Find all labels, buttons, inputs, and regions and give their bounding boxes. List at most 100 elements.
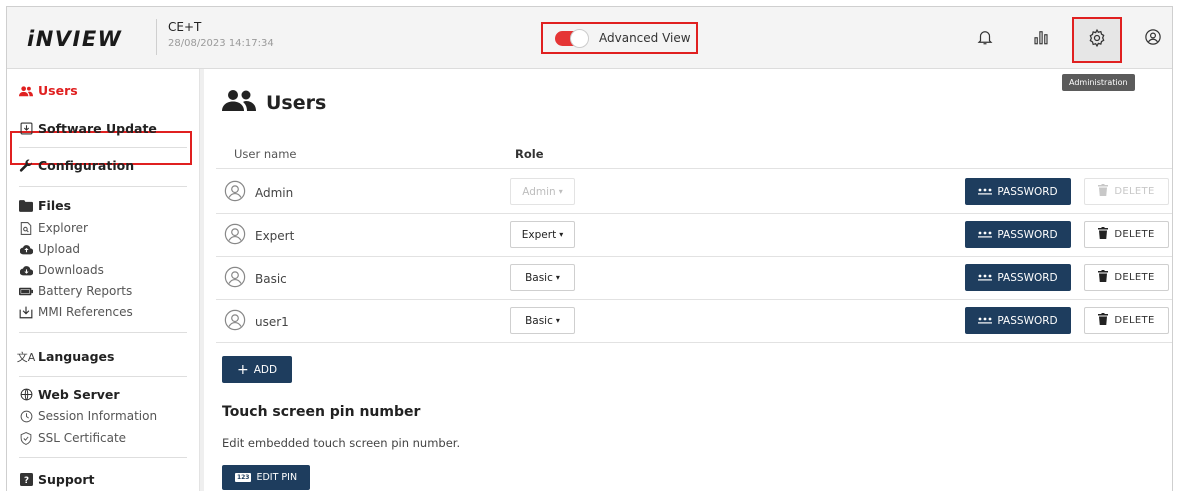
table-header-divider <box>216 168 1172 169</box>
sidebar-divider <box>19 457 187 458</box>
sidebar-item-explorer[interactable]: Explorer <box>19 221 88 235</box>
users-icon <box>19 84 33 98</box>
administration-button[interactable] <box>1072 17 1122 63</box>
advanced-view-label: Advanced View <box>599 31 691 45</box>
sidebar-item-session-information[interactable]: Session Information <box>19 409 157 423</box>
password-button[interactable]: PASSWORD <box>965 264 1071 291</box>
sidebar-item-users[interactable]: Users <box>19 83 78 98</box>
sidebar: Users Software Update Configuration File… <box>7 69 199 491</box>
sidebar-item-files[interactable]: Files <box>19 198 71 213</box>
sidebar-item-label: SSL Certificate <box>38 431 127 445</box>
password-button[interactable]: PASSWORD <box>965 307 1071 334</box>
row-divider <box>216 213 1172 214</box>
role-dropdown[interactable]: Basic ▾ <box>510 264 575 291</box>
column-header-role[interactable]: Role <box>515 147 544 161</box>
sidebar-item-label: Languages <box>38 349 115 364</box>
sidebar-divider <box>19 376 187 377</box>
top-header: iNVIEW CE+T 28/08/2023 14:17:34 Advanced… <box>7 7 1172 69</box>
app-logo[interactable]: iNVIEW <box>27 27 122 51</box>
password-dots-icon <box>978 315 993 327</box>
chart-icon[interactable] <box>1029 25 1053 49</box>
caret-down-icon: ▾ <box>555 316 560 325</box>
sidebar-item-configuration[interactable]: Configuration <box>19 158 134 173</box>
main-content: Users User name Role Admin Admin ▾ PASSWORD… <box>204 69 1172 491</box>
add-user-button[interactable]: + ADD <box>222 356 292 383</box>
sidebar-item-label: Downloads <box>38 263 104 277</box>
sidebar-item-software-update[interactable]: Software Update <box>19 121 157 136</box>
role-value: Basic <box>525 271 553 284</box>
user-avatar-icon <box>224 266 246 291</box>
password-dots-icon <box>978 186 993 198</box>
delete-label: DELETE <box>1114 229 1155 240</box>
folder-icon <box>19 199 33 213</box>
password-label: PASSWORD <box>997 185 1058 198</box>
trash-icon <box>1098 227 1109 242</box>
delete-button[interactable]: DELETE <box>1084 264 1169 291</box>
sidebar-item-downloads[interactable]: Downloads <box>19 263 104 277</box>
sidebar-item-label: Web Server <box>38 387 120 402</box>
pin-section-description: Edit embedded touch screen pin number. <box>222 436 461 450</box>
toggle-switch[interactable] <box>555 28 589 48</box>
page-title-text: Users <box>266 91 327 114</box>
delete-label: DELETE <box>1114 186 1155 197</box>
user-name: Expert <box>255 228 295 243</box>
trash-icon <box>1098 270 1109 285</box>
column-header-user-name[interactable]: User name <box>234 147 296 161</box>
sidebar-item-ssl-certificate[interactable]: SSL Certificate <box>19 431 126 445</box>
role-dropdown[interactable]: Basic ▾ <box>510 307 575 334</box>
svg-text:?: ? <box>23 476 28 486</box>
sidebar-item-label: Configuration <box>38 158 135 173</box>
sidebar-item-label: Battery Reports <box>38 284 133 298</box>
sidebar-item-label: Upload <box>38 242 81 256</box>
sidebar-item-label: Users <box>38 83 78 98</box>
bell-icon[interactable] <box>973 25 997 49</box>
trash-icon <box>1098 184 1109 199</box>
delete-button[interactable]: DELETE <box>1084 307 1169 334</box>
caret-down-icon: ▾ <box>555 273 560 282</box>
sidebar-item-label: Software Update <box>38 121 157 136</box>
role-dropdown[interactable]: Expert ▾ <box>510 221 575 248</box>
sidebar-divider <box>19 332 187 333</box>
app-window: iNVIEW CE+T 28/08/2023 14:17:34 Advanced… <box>6 6 1173 491</box>
edit-pin-button[interactable]: 123 EDIT PIN <box>222 465 310 490</box>
role-value: Basic <box>525 314 553 327</box>
sidebar-item-mmi-references[interactable]: MMI References <box>19 305 133 319</box>
user-avatar-icon <box>224 309 246 334</box>
document-search-icon <box>19 221 33 235</box>
users-icon <box>222 89 256 116</box>
sidebar-item-battery-reports[interactable]: Battery Reports <box>19 284 132 298</box>
user-name-cell: Admin <box>224 180 293 205</box>
role-dropdown[interactable]: Admin ▾ <box>510 178 575 205</box>
password-dots-icon <box>978 272 993 284</box>
user-name: user1 <box>255 314 289 329</box>
page-title: Users <box>222 89 326 116</box>
password-label: PASSWORD <box>997 228 1058 241</box>
import-icon <box>19 305 33 319</box>
sidebar-item-support[interactable]: ? Support <box>19 472 95 487</box>
pin-section-title: Touch screen pin number <box>222 404 421 420</box>
add-label: ADD <box>253 363 278 376</box>
advanced-view-toggle[interactable]: Advanced View <box>541 22 698 54</box>
user-avatar-icon <box>224 223 246 248</box>
delete-button[interactable]: DELETE <box>1084 178 1169 205</box>
delete-button[interactable]: DELETE <box>1084 221 1169 248</box>
password-dots-icon <box>978 229 993 241</box>
device-name: CE+T <box>168 20 202 34</box>
user-name-cell: Expert <box>224 223 294 248</box>
sidebar-item-label: Support <box>38 472 95 487</box>
row-divider <box>216 342 1172 343</box>
password-button[interactable]: PASSWORD <box>965 178 1071 205</box>
edit-pin-label: EDIT PIN <box>256 472 298 483</box>
sidebar-item-upload[interactable]: Upload <box>19 242 80 256</box>
sidebar-item-label: Explorer <box>38 221 88 235</box>
sidebar-item-languages[interactable]: 文A Languages <box>17 349 115 364</box>
password-button[interactable]: PASSWORD <box>965 221 1071 248</box>
shield-check-icon <box>19 431 33 445</box>
trash-icon <box>1098 313 1109 328</box>
row-divider <box>216 256 1172 257</box>
wrench-icon <box>19 159 33 173</box>
sidebar-item-web-server[interactable]: Web Server <box>19 387 120 402</box>
user-name: Admin <box>255 185 294 200</box>
user-circle-icon[interactable] <box>1141 25 1165 49</box>
caret-down-icon: ▾ <box>558 187 563 196</box>
